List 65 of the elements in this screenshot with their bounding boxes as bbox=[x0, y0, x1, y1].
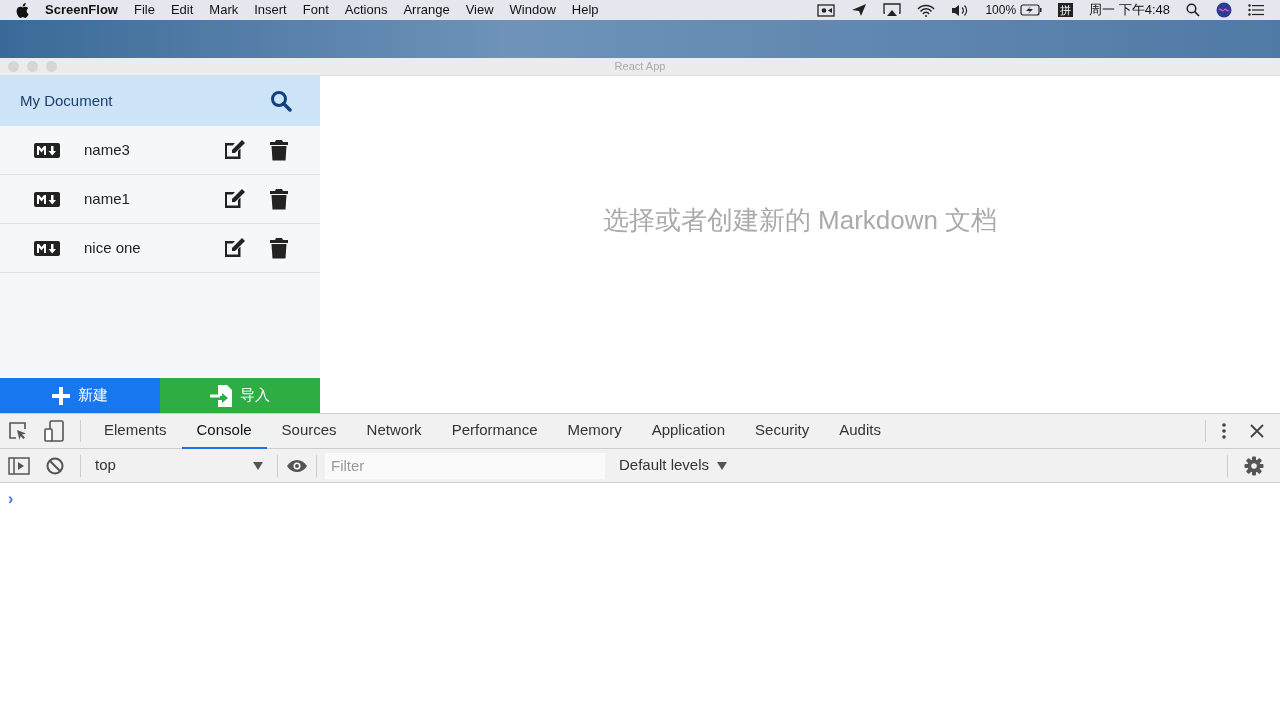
context-selector[interactable]: top bbox=[89, 453, 269, 478]
settings-icon[interactable] bbox=[1244, 455, 1264, 476]
trash-icon[interactable] bbox=[270, 237, 288, 259]
wifi-icon[interactable] bbox=[917, 3, 936, 17]
more-options-icon[interactable] bbox=[1222, 423, 1226, 439]
search-icon[interactable] bbox=[270, 90, 292, 112]
menu-item[interactable]: Edit bbox=[162, 0, 202, 20]
log-levels-dropdown[interactable]: Default levels bbox=[613, 453, 734, 478]
notification-list-icon[interactable] bbox=[1248, 4, 1264, 16]
speaker-icon[interactable] bbox=[951, 3, 970, 17]
devtools-tab[interactable]: Audits bbox=[824, 413, 896, 449]
menu-item[interactable]: Mark bbox=[201, 0, 247, 20]
devtools-tab[interactable]: Sources bbox=[266, 413, 352, 449]
devtools-tab[interactable]: Performance bbox=[436, 413, 553, 449]
element-picker-icon[interactable] bbox=[8, 421, 28, 441]
sidebar-toggle-icon[interactable] bbox=[8, 456, 30, 475]
devtools-tab[interactable]: Security bbox=[740, 413, 825, 449]
file-name[interactable]: name3 bbox=[84, 138, 222, 162]
trash-icon[interactable] bbox=[270, 188, 288, 210]
battery-percentage: 100% bbox=[985, 2, 1017, 19]
devtools-tab[interactable]: Memory bbox=[552, 413, 637, 449]
menu-item[interactable]: Actions bbox=[336, 0, 396, 20]
new-file-button[interactable]: 新建 bbox=[0, 378, 160, 413]
devtools-tab[interactable]: Application bbox=[636, 413, 741, 449]
dropdown-caret-icon bbox=[253, 461, 263, 470]
battery-charging-icon[interactable] bbox=[1020, 4, 1043, 16]
apple-logo-icon[interactable] bbox=[16, 2, 29, 18]
plus-icon bbox=[52, 386, 70, 405]
menu-item[interactable]: File bbox=[125, 0, 163, 20]
empty-state-message: 选择或者创建新的 Markdown 文档 bbox=[601, 204, 999, 237]
markdown-icon bbox=[34, 191, 60, 207]
menu-item[interactable]: Insert bbox=[246, 0, 295, 20]
screen-mirroring-icon[interactable] bbox=[883, 3, 902, 17]
input-method-indicator[interactable]: 拼 bbox=[1058, 3, 1074, 17]
menu-item[interactable]: Arrange bbox=[395, 0, 458, 20]
devtools-tab[interactable]: Elements bbox=[89, 413, 182, 449]
menu-item[interactable]: Help bbox=[563, 0, 607, 20]
edit-icon[interactable] bbox=[222, 237, 246, 259]
trash-icon[interactable] bbox=[270, 139, 288, 161]
markdown-icon bbox=[34, 240, 60, 256]
file-name[interactable]: name1 bbox=[84, 187, 222, 211]
eye-icon[interactable] bbox=[286, 458, 308, 473]
clear-console-icon[interactable] bbox=[46, 456, 64, 475]
window-title: React App bbox=[614, 59, 666, 75]
device-toolbar-icon[interactable] bbox=[44, 420, 64, 442]
search-icon[interactable] bbox=[1186, 3, 1200, 17]
devtools-tab[interactable]: Network bbox=[351, 413, 437, 449]
menu-item[interactable]: Font bbox=[294, 0, 337, 20]
sidebar-title: My Document bbox=[20, 90, 113, 111]
file-name[interactable]: nice one bbox=[84, 236, 222, 260]
file-import-icon bbox=[210, 384, 232, 407]
close-icon[interactable] bbox=[1250, 424, 1264, 438]
menu-item[interactable]: View bbox=[457, 0, 502, 20]
filter-field[interactable]: Filter bbox=[325, 452, 605, 479]
edit-icon[interactable] bbox=[222, 188, 246, 210]
console-prompt[interactable]: › bbox=[8, 490, 14, 507]
dropdown-caret-icon bbox=[717, 461, 728, 470]
paper-plane-icon[interactable] bbox=[851, 3, 868, 17]
markdown-icon bbox=[34, 142, 60, 158]
menu-item[interactable]: Window bbox=[501, 0, 564, 20]
siri-orb-icon[interactable] bbox=[1216, 2, 1232, 18]
menu-clock[interactable]: 周一 下午4:48 bbox=[1089, 0, 1170, 20]
video-camera-icon[interactable] bbox=[817, 3, 836, 17]
edit-icon[interactable] bbox=[222, 139, 246, 161]
app-name-menu[interactable]: ScreenFlow bbox=[37, 0, 126, 20]
